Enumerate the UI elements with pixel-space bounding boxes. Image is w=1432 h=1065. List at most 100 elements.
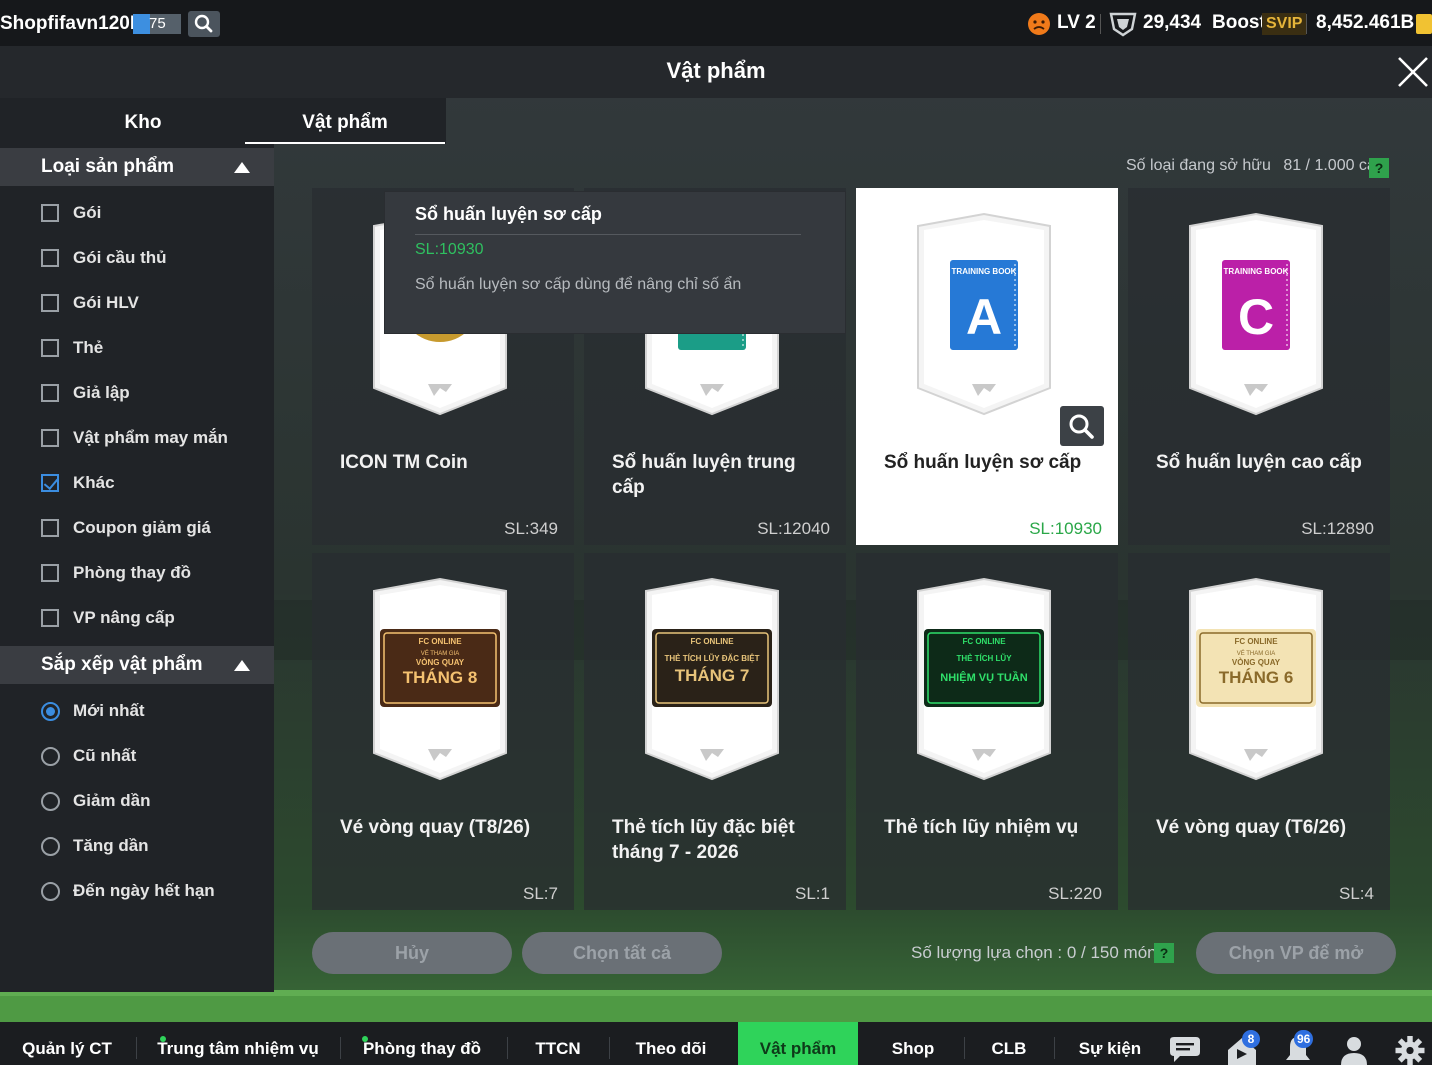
item-card[interactable]: TRAINING BOOK A Sổ huấn luyện sơ cấp SL:109… xyxy=(856,188,1118,545)
item-card-art: TRAINING BOOK A xyxy=(914,212,1054,416)
nav-label: TTCN xyxy=(535,1039,581,1058)
tab-kho[interactable]: Kho xyxy=(43,98,243,144)
filter-option-label: Gói HLV xyxy=(73,293,139,312)
item-card-art: FC ONLINE THẺ TÍCH LŨY ĐẶC BIỆT THÁNG 7 xyxy=(642,577,782,781)
nav-label: Phòng thay đồ xyxy=(362,1039,482,1058)
item-quantity: SL:10930 xyxy=(1029,519,1102,538)
notification-dot xyxy=(160,1036,166,1042)
filter-option-label: Gói xyxy=(73,203,102,222)
selection-help-button[interactable]: ? xyxy=(1154,943,1174,963)
settings-gear-icon[interactable] xyxy=(1394,1036,1426,1065)
nav-trung-tam-nhiem-vu[interactable]: Trung tâm nhiệm vụ xyxy=(156,1022,320,1065)
item-name: Thẻ tích lũy nhiệm vụ xyxy=(884,817,1079,838)
item-quantity: SL:1 xyxy=(795,884,830,903)
username: Shopfifavn120IC xyxy=(0,13,149,34)
user-level-value: 75 xyxy=(149,15,166,32)
divider xyxy=(1100,14,1101,34)
checkbox-icon[interactable] xyxy=(41,519,59,537)
svg-text:FC ONLINE: FC ONLINE xyxy=(1234,637,1278,646)
item-name: Sổ huấn luyện sơ cấp xyxy=(884,452,1082,473)
radio-icon[interactable] xyxy=(41,792,60,811)
nav-ttcn[interactable]: TTCN xyxy=(527,1022,589,1065)
nav-shop[interactable]: Shop xyxy=(880,1022,946,1065)
svg-text:FC ONLINE: FC ONLINE xyxy=(962,637,1006,646)
item-card-art: FC ONLINE THẺ TÍCH LŨY NHIỆM VỤ TUẦN xyxy=(914,577,1054,781)
filter-section-header[interactable]: Loại sản phẩm xyxy=(0,148,274,186)
tooltip-title: Sổ huấn luyện sơ cấp xyxy=(415,204,602,224)
checkbox-icon[interactable] xyxy=(41,249,59,267)
svg-text:VÒNG QUAY: VÒNG QUAY xyxy=(1232,658,1281,667)
filter-option-label: Coupon giảm giá xyxy=(73,518,211,537)
item-card[interactable]: FC ONLINE THẺ TÍCH LŨY ĐẶC BIỆT THÁNG 7 Thẻ… xyxy=(584,553,846,910)
mood-face-icon xyxy=(1028,13,1050,35)
sort-option-label: Tăng dần xyxy=(73,836,149,855)
level-label: LV 2 xyxy=(1057,12,1096,33)
help-button[interactable]: ? xyxy=(1369,158,1389,178)
cancel-button[interactable]: Hủy xyxy=(312,932,512,974)
radio-icon[interactable] xyxy=(41,837,60,856)
checkbox-icon[interactable] xyxy=(41,204,59,222)
nav-vat-pham[interactable]: Vật phẩm xyxy=(738,1022,858,1065)
zoom-button[interactable] xyxy=(1060,406,1104,446)
title-bar: Vật phẩm xyxy=(0,46,1432,98)
nav-label: Quản lý CT xyxy=(22,1039,112,1058)
radio-selected-icon[interactable] xyxy=(41,702,60,721)
currency-icon xyxy=(1416,14,1432,34)
checkbox-icon[interactable] xyxy=(41,429,59,447)
filter-option-label: Phòng thay đồ xyxy=(73,563,192,582)
svg-text:THÁNG 6: THÁNG 6 xyxy=(1219,668,1294,687)
tab-vat-pham[interactable]: Vật phẩm xyxy=(245,98,445,144)
item-card[interactable]: FC ONLINE THẺ TÍCH LŨY NHIỆM VỤ TUẦN Thẻ tí… xyxy=(856,553,1118,910)
nav-su-kien[interactable]: Sự kiện xyxy=(1074,1022,1146,1065)
close-icon xyxy=(1398,57,1428,87)
item-card[interactable]: TRAINING BOOK C Sổ huấn luyện cao cấp SL:12… xyxy=(1128,188,1390,545)
select-all-button[interactable]: Chọn tất cả xyxy=(522,932,722,974)
trophy-count: 29,434 xyxy=(1143,12,1202,33)
open-items-button[interactable]: Chọn VP để mở xyxy=(1196,932,1396,974)
divider xyxy=(136,1037,137,1059)
filter-option-label: Gói cầu thủ xyxy=(73,248,167,267)
divider xyxy=(507,1037,508,1059)
item-name: Vé vòng quay (T6/26) xyxy=(1156,817,1347,838)
checkbox-icon[interactable] xyxy=(41,609,59,627)
user-level-badge: 75 xyxy=(133,14,181,34)
sort-option-label: Cũ nhất xyxy=(73,746,137,765)
promo-badge: 8 xyxy=(1242,1030,1260,1048)
owned-count-value: 81 / 1.000 cái xyxy=(1283,157,1380,174)
radio-icon[interactable] xyxy=(41,747,60,766)
svg-text:THÁNG 8: THÁNG 8 xyxy=(403,668,478,687)
divider xyxy=(964,1037,965,1059)
nav-phong-thay-do[interactable]: Phòng thay đồ xyxy=(360,1022,484,1065)
checkbox-icon[interactable] xyxy=(41,294,59,312)
filter-option-label: VP nâng cấp xyxy=(73,608,175,627)
svg-text:TRAINING BOOK: TRAINING BOOK xyxy=(1224,267,1289,276)
magnifier-icon xyxy=(1069,414,1094,439)
sort-section-header[interactable]: Sắp xếp vật phẩm xyxy=(0,646,274,684)
nav-quan-ly-ct[interactable]: Quản lý CT xyxy=(18,1022,116,1065)
nav-label: Sự kiện xyxy=(1078,1039,1142,1058)
svg-text:C: C xyxy=(1238,289,1274,345)
nav-theo-doi[interactable]: Theo dõi xyxy=(629,1022,713,1065)
nav-label: Theo dõi xyxy=(635,1039,707,1058)
search-button[interactable] xyxy=(188,11,220,37)
profile-icon[interactable] xyxy=(1339,1035,1369,1065)
checkbox-icon[interactable] xyxy=(41,384,59,402)
notification-dot xyxy=(362,1036,368,1042)
chat-icon[interactable] xyxy=(1168,1036,1202,1064)
svg-text:VÉ THAM GIA: VÉ THAM GIA xyxy=(1237,650,1276,657)
sidebar: Kho Vật phẩm Loại sản phẩm Sắp xếp vật p… xyxy=(0,98,446,992)
close-button[interactable] xyxy=(1393,52,1432,92)
radio-icon[interactable] xyxy=(41,882,60,901)
owned-count-label: Số loại đang sở hữu xyxy=(1126,157,1271,174)
boost-label: Boost xyxy=(1212,12,1266,33)
item-card[interactable]: FC ONLINE VÉ THAM GIA VÒNG QUAY THÁNG 8 Vé v… xyxy=(312,553,574,910)
bottom-navigation: Quản lý CT Trung tâm nhiệm vụ Phòng thay… xyxy=(0,1022,1432,1065)
item-quantity: SL:12040 xyxy=(757,519,830,538)
checkbox-icon[interactable] xyxy=(41,339,59,357)
nav-clb[interactable]: CLB xyxy=(984,1022,1034,1065)
svg-text:THẺ TÍCH LŨY: THẺ TÍCH LŨY xyxy=(956,654,1012,663)
filter-option-label: Khác xyxy=(73,473,115,492)
checkbox-icon[interactable] xyxy=(41,564,59,582)
item-card[interactable]: FC ONLINE VÉ THAM GIA VÒNG QUAY THÁNG 6 Vé v… xyxy=(1128,553,1390,910)
checkbox-checked-icon[interactable] xyxy=(41,474,59,492)
